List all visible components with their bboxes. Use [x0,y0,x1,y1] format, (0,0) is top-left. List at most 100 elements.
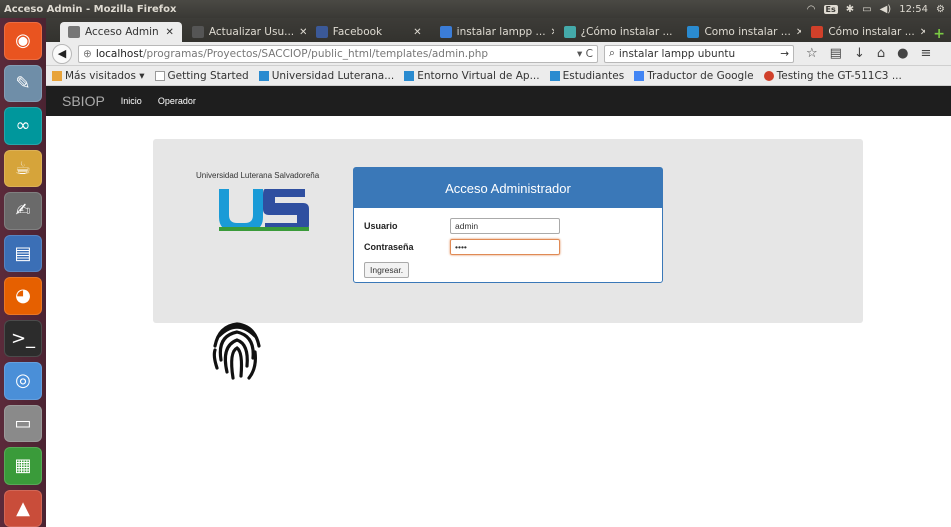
volume-icon[interactable]: ◀) [880,4,892,15]
site-info-icon[interactable]: ⊕ [83,48,92,60]
presentation-icon[interactable]: ▲ [4,489,42,527]
search-query: instalar lampp ubuntu [618,47,736,60]
chromium-icon[interactable]: ◎ [4,362,42,400]
fingerprint-icon [212,322,261,380]
close-tab-icon[interactable]: ✕ [299,27,306,38]
panel-title: Acceso Administrador [354,168,662,208]
keyboard-layout[interactable]: Es [823,4,838,14]
close-tab-icon[interactable]: ✕ [796,27,802,38]
nav-inicio[interactable]: Inicio [121,96,142,106]
new-tab-icon[interactable]: + [927,26,951,42]
login-container: Universidad Luterana Salvadoreña Acceso … [153,139,863,323]
window-title: Acceso Admin - Mozilla Firefox [4,3,177,15]
tab-como-instalar-3[interactable]: Cómo instalar ... ✕ [803,22,925,42]
back-arrow-icon[interactable]: ◀ [52,43,72,64]
bookmark-testing-gt511c3[interactable]: Testing the GT-511C3 ... [763,69,902,82]
google-translate-icon [634,70,645,81]
search-bar[interactable]: ⌕ instalar lampp ubuntu → [604,44,794,63]
username-row: Usuario admin [364,218,560,234]
username-label: Usuario [364,221,398,231]
tab-label: Acceso Admin [85,26,159,38]
bookmark-star-icon[interactable]: ☆ [806,46,818,61]
password-input[interactable]: •••• [450,239,560,255]
download-arrow-icon[interactable]: ↓ [854,46,865,61]
tab-favicon [68,26,80,38]
battery-icon[interactable]: ▭ [862,4,871,15]
tab-como-instalar-2[interactable]: Como instalar ... ✕ [679,22,801,42]
university-name: Universidad Luterana Salvadoreña [196,171,320,180]
tab-favicon [687,26,700,38]
tab-label: instalar lampp ... [456,26,546,38]
menu-icon[interactable]: ≡ [920,46,931,61]
password-label: Contraseña [364,242,414,252]
chat-icon[interactable]: ● [897,46,908,61]
toolbar-icons: ☆ ▤ ↓ ⌂ ● ≡ [806,46,931,61]
system-tray: ◠ Es ✱ ▭ ◀) 12:54 ⚙ [807,4,951,15]
login-panel: Acceso Administrador Usuario admin Contr… [353,167,663,283]
close-tab-icon[interactable]: ✕ [413,27,421,38]
text-editor-icon[interactable]: ✍ [4,192,42,230]
firefox-window: Acceso Admin ✕ Actualizar Usu... ✕ Faceb… [46,18,951,527]
teapot-icon[interactable]: ☕ [4,149,42,187]
clock[interactable]: 12:54 [899,4,928,15]
uls-icon [404,70,415,81]
settings-gear-icon[interactable]: ⚙ [936,4,945,15]
bookmark-label: Traductor de Google [647,69,754,82]
file-manager-icon[interactable]: ▭ [4,404,42,442]
url-path: /programas/Proyectos/SACCIOP/public_html… [142,47,489,60]
tab-facebook[interactable]: Facebook ✕ [308,22,430,42]
password-row: Contraseña •••• [364,239,560,255]
terminal-icon[interactable]: >_ [4,319,42,357]
arduino-icon[interactable]: ∞ [4,107,42,145]
ubuntu-top-panel: Acceso Admin - Mozilla Firefox ◠ Es ✱ ▭ … [0,0,951,18]
document-icon[interactable]: ▤ [4,234,42,272]
tab-como-instalar-1[interactable]: ¿Cómo instalar ... ✕ [556,22,678,42]
search-go-arrow-icon[interactable]: → [780,48,789,60]
login-submit-button[interactable]: Ingresar. [364,262,410,278]
bookmark-mas-visitados[interactable]: Más visitados ▾ [52,70,145,82]
uls-logo [219,189,309,231]
nav-operador[interactable]: Operador [158,96,196,106]
bookmark-label: Universidad Luterana... [271,69,395,82]
close-tab-icon[interactable]: ✕ [920,27,926,38]
wifi-icon[interactable]: ◠ [807,4,816,15]
bookmark-estudiantes[interactable]: Estudiantes [549,70,624,82]
bookmark-label: Más visitados ▾ [65,69,145,82]
tab-label: Actualizar Usu... [208,26,295,38]
home-icon[interactable]: ⌂ [877,46,885,61]
tab-label: Facebook [332,26,383,38]
close-tab-icon[interactable]: ✕ [551,27,554,38]
search-icon: ⌕ [609,47,615,59]
url-bar[interactable]: ⊕ localhost/programas/Proyectos/SACCIOP/… [78,44,598,63]
username-input[interactable]: admin [450,218,560,234]
bookmark-universidad-luterana[interactable]: Universidad Luterana... [258,69,395,82]
clipboard-icon[interactable]: ▤ [830,46,842,61]
bookmark-label: Testing the GT-511C3 ... [776,69,902,82]
bookmark-label: Getting Started [167,69,249,82]
unity-launcher: ◉ ✎ ∞ ☕ ✍ ▤ ◕ >_ ◎ ▭ ▦ ▲ [0,18,46,527]
tab-favicon [191,26,204,38]
files-icon[interactable]: ✎ [4,64,42,102]
bookmark-entorno-virtual[interactable]: Entorno Virtual de Ap... [404,69,540,82]
bookmark-getting-started[interactable]: Getting Started [154,69,249,82]
uls-icon [258,70,269,81]
tab-acceso-admin[interactable]: Acceso Admin ✕ [60,22,182,42]
page-content: SBIOP Inicio Operador Universidad Lutera… [46,86,951,527]
bookmark-label: Entorno Virtual de Ap... [417,69,540,82]
bookmark-traductor[interactable]: Traductor de Google [634,69,754,82]
tab-actualizar-usuario[interactable]: Actualizar Usu... ✕ [184,22,306,42]
tab-label: ¿Cómo instalar ... [580,26,673,38]
tab-instalar-lampp[interactable]: instalar lampp ... ✕ [432,22,554,42]
spreadsheet-icon[interactable]: ▦ [4,447,42,485]
tab-favicon [811,26,824,38]
bookmarks-toolbar: Más visitados ▾ Getting Started Universi… [46,66,951,86]
close-tab-icon[interactable]: ✕ [166,27,174,38]
reload-icon[interactable]: ▾ C [577,48,593,60]
navigation-toolbar: ◀ ⊕ localhost/programas/Proyectos/SACCIO… [46,42,951,66]
url-host: localhost [95,47,143,60]
firefox-icon[interactable]: ◕ [4,277,42,315]
uls-icon [549,70,560,81]
dash-icon[interactable]: ◉ [4,22,42,60]
bluetooth-icon[interactable]: ✱ [846,4,854,15]
app-brand[interactable]: SBIOP [62,93,105,109]
